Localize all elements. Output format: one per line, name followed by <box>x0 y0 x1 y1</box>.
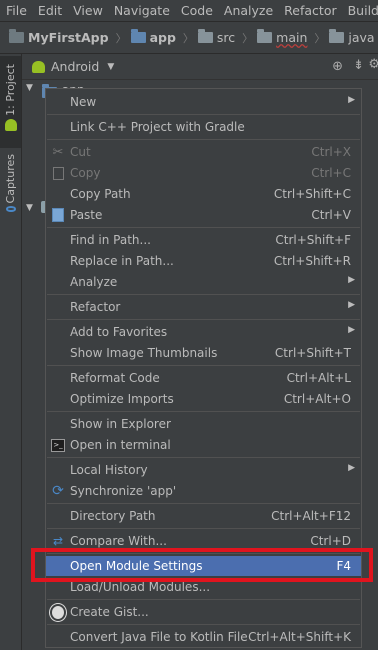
submenu-arrow-icon: ▶ <box>348 325 355 335</box>
module-folder-icon <box>130 29 146 43</box>
menu-item-reformat-code[interactable]: Reformat Code Ctrl+Alt+L <box>46 368 361 388</box>
menu-navigate[interactable]: Navigate <box>108 0 175 21</box>
compare-arrows-icon: ⇄ <box>52 534 64 548</box>
captures-tab-label: Captures <box>4 154 17 204</box>
menu-edit[interactable]: Edit <box>32 0 67 21</box>
menu-item-show-image-thumbnails[interactable]: Show Image Thumbnails Ctrl+Shift+T <box>46 343 361 363</box>
menu-divider <box>47 294 360 295</box>
breadcrumb-app[interactable]: app <box>130 29 176 45</box>
menu-item-local-history[interactable]: Local History ▶ <box>46 460 361 480</box>
menu-item-new[interactable]: New ▶ <box>46 92 361 112</box>
project-tab-label: 1: Project <box>4 64 17 116</box>
menu-divider <box>47 624 360 625</box>
menu-item-replace-in-path[interactable]: Replace in Path... Ctrl+Shift+R <box>46 251 361 271</box>
clipboard-icon <box>50 207 66 223</box>
tab-project[interactable]: 1: Project <box>0 56 21 148</box>
project-view-header: Android ▼ ⊕ ⇟ ⚙ <box>22 54 378 80</box>
menu-divider <box>47 503 360 504</box>
menu-divider <box>47 365 360 366</box>
menu-item-add-to-favorites[interactable]: Add to Favorites ▶ <box>46 322 361 342</box>
copy-icon <box>50 165 66 181</box>
submenu-arrow-icon: ▶ <box>348 300 355 310</box>
menu-item-copy[interactable]: Copy Ctrl+C <box>46 163 361 183</box>
chevron-right-icon: 〉 <box>314 31 326 45</box>
scissors-icon: ✂ <box>52 144 64 160</box>
submenu-arrow-icon: ▶ <box>348 463 355 473</box>
menu-divider <box>47 528 360 529</box>
menu-item-directory-path[interactable]: Directory Path Ctrl+Alt+F12 <box>46 506 361 526</box>
menu-bar: File Edit View Navigate Code Analyze Ref… <box>0 0 378 22</box>
breadcrumb-project[interactable]: MyFirstApp <box>9 29 109 45</box>
captures-icon <box>5 206 16 212</box>
menu-analyze[interactable]: Analyze <box>218 0 278 21</box>
settings-icon[interactable]: ⚙ <box>368 57 378 72</box>
menu-refactor[interactable]: Refactor <box>278 0 341 21</box>
highlight-box <box>31 548 373 582</box>
menu-item-copy-path[interactable]: Copy Path Ctrl+Shift+C <box>46 184 361 204</box>
tab-captures[interactable]: Captures <box>0 150 21 212</box>
menu-file[interactable]: File <box>0 0 32 21</box>
collapse-icon[interactable]: ⇟ <box>353 58 364 73</box>
submenu-arrow-icon: ▶ <box>348 95 355 105</box>
expand-arrow-icon[interactable]: ▼ <box>26 203 33 213</box>
menu-item-find-in-path[interactable]: Find in Path... Ctrl+Shift+F <box>46 230 361 250</box>
menu-divider <box>47 457 360 458</box>
menu-item-convert-to-kotlin[interactable]: Convert Java File to Kotlin File Ctrl+Al… <box>46 627 361 647</box>
breadcrumb-java[interactable]: java <box>329 29 375 45</box>
menu-divider <box>47 114 360 115</box>
menu-item-create-gist[interactable]: Create Gist... <box>46 602 361 622</box>
menu-item-optimize-imports[interactable]: Optimize Imports Ctrl+Alt+O <box>46 389 361 409</box>
breadcrumb-src[interactable]: src <box>197 29 235 45</box>
chevron-down-icon[interactable]: ▼ <box>107 62 114 72</box>
folder-icon <box>197 29 213 43</box>
menu-code[interactable]: Code <box>175 0 218 21</box>
submenu-arrow-icon: ▶ <box>348 275 355 285</box>
menu-item-synchronize[interactable]: ⟳ Synchronize 'app' <box>46 481 361 501</box>
menu-divider <box>47 227 360 228</box>
terminal-icon: >_ <box>50 437 66 453</box>
target-icon[interactable]: ⊕ <box>332 59 343 74</box>
menu-divider <box>47 411 360 412</box>
menu-item-refactor[interactable]: Refactor ▶ <box>46 297 361 317</box>
android-icon <box>4 118 17 131</box>
menu-item-show-in-explorer[interactable]: Show in Explorer <box>46 414 361 434</box>
project-view-selector[interactable]: Android <box>51 59 99 74</box>
chevron-right-icon: 〉 <box>242 31 254 45</box>
expand-arrow-icon[interactable]: ▼ <box>26 83 33 93</box>
menu-view[interactable]: View <box>67 0 108 21</box>
menu-build[interactable]: Build <box>342 0 378 21</box>
menu-item-paste[interactable]: Paste Ctrl+V <box>46 205 361 225</box>
menu-divider <box>47 599 360 600</box>
menu-divider <box>47 319 360 320</box>
menu-item-analyze[interactable]: Analyze ▶ <box>46 272 361 292</box>
menu-item-cut[interactable]: ✂ Cut Ctrl+X <box>46 142 361 162</box>
folder-icon <box>329 29 345 43</box>
sync-icon: ⟳ <box>52 483 64 499</box>
project-folder-icon <box>9 29 24 43</box>
folder-icon <box>257 29 273 43</box>
menu-item-link-cpp[interactable]: Link C++ Project with Gradle <box>46 117 361 137</box>
breadcrumb: MyFirstApp 〉 app 〉 src 〉 main 〉 java 〉 c… <box>0 22 378 54</box>
tool-window-sidebar: 1: Project Captures <box>0 54 22 650</box>
chevron-right-icon: 〉 <box>115 31 127 45</box>
chevron-right-icon: 〉 <box>182 31 194 45</box>
menu-divider <box>47 139 360 140</box>
breadcrumb-main[interactable]: main <box>257 29 307 45</box>
menu-item-open-in-terminal[interactable]: >_ Open in terminal <box>46 435 361 455</box>
android-icon <box>32 60 45 73</box>
github-icon <box>50 603 66 621</box>
